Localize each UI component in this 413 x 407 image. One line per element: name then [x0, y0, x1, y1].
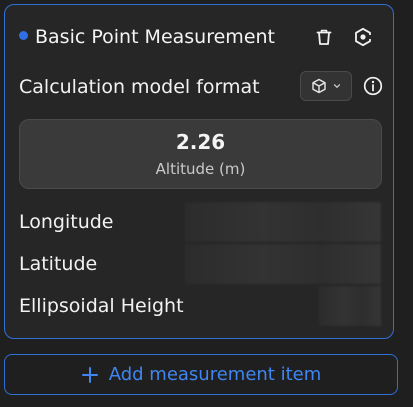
- longitude-label: Longitude: [19, 211, 114, 233]
- longitude-row: Longitude: [5, 202, 393, 242]
- ellipsoidal-height-row: Ellipsoidal Height: [5, 286, 393, 326]
- add-measurement-label: Add measurement item: [108, 363, 322, 385]
- measurement-header[interactable]: Basic Point Measurement: [5, 5, 393, 69]
- delete-button[interactable]: [310, 23, 338, 51]
- format-select[interactable]: [300, 71, 352, 101]
- format-row: Calculation model format: [5, 69, 393, 115]
- altitude-label: Altitude (m): [155, 160, 246, 178]
- latitude-label: Latitude: [19, 253, 98, 275]
- ellipsoidal-height-label: Ellipsoidal Height: [19, 295, 184, 317]
- altitude-value: 2.26: [175, 130, 226, 154]
- status-dot: [19, 31, 28, 40]
- chevron-down-icon: [333, 84, 341, 89]
- trash-icon: [316, 29, 332, 45]
- longitude-value-redacted: [185, 202, 381, 242]
- measurement-title: Basic Point Measurement: [35, 26, 275, 48]
- cube-icon: [312, 78, 326, 94]
- ellipsoidal-height-value-redacted: [319, 286, 381, 326]
- plus-icon: [81, 366, 98, 383]
- altitude-card: 2.26 Altitude (m): [19, 119, 382, 189]
- latitude-row: Latitude: [5, 244, 393, 284]
- measurement-panel: Basic Point Measurement Calculation mode…: [4, 4, 394, 339]
- format-label: Calculation model format: [19, 76, 260, 98]
- focus-target-icon: [355, 27, 373, 47]
- locate-button[interactable]: [349, 23, 377, 51]
- info-icon: [363, 76, 383, 96]
- info-button[interactable]: [360, 73, 386, 99]
- latitude-value-redacted: [185, 244, 381, 284]
- add-measurement-button[interactable]: Add measurement item: [4, 354, 398, 395]
